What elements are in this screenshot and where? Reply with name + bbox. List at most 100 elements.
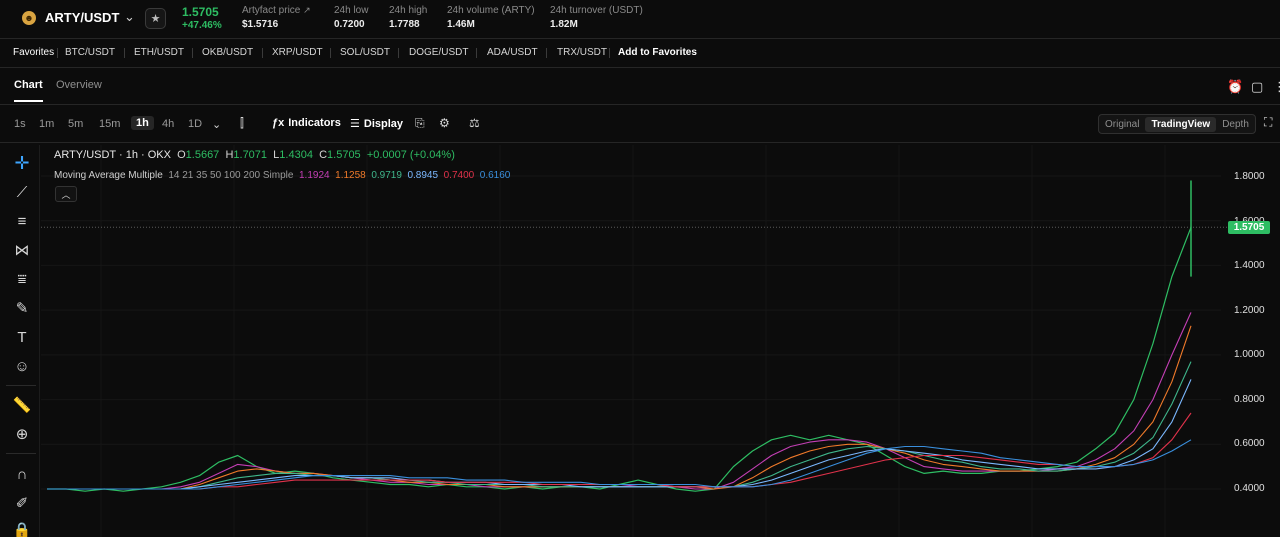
separator — [192, 48, 193, 58]
chevron-down-icon[interactable]: ⌄ — [212, 118, 221, 131]
divider — [0, 38, 1280, 39]
stat-label: 24h volume (ARTY) — [447, 5, 535, 16]
collapse-legend-button[interactable]: ︿ — [55, 186, 77, 202]
favorite-item[interactable]: ADA/USDT — [487, 47, 538, 58]
stat-label: 24h low — [334, 5, 369, 16]
legend-title: ARTY/USDT · 1h · OKX — [54, 149, 171, 161]
price-axis-label: 1.0000 — [1234, 349, 1265, 360]
divider — [0, 67, 1280, 68]
interval-1h[interactable]: 1h — [131, 116, 154, 130]
stat-value: $1.5716 — [242, 19, 279, 30]
high-value: 1.7071 — [233, 149, 268, 161]
separator — [398, 48, 399, 58]
favorite-item[interactable]: DOGE/USDT — [409, 47, 468, 58]
display-button[interactable]: ☰ Display — [350, 117, 404, 131]
crosshair-icon[interactable]: ✛ — [11, 152, 33, 174]
chart-canvas[interactable] — [41, 145, 1280, 537]
interval-15m[interactable]: 15m — [99, 118, 120, 130]
horizontal-lines-icon[interactable]: ≡ — [11, 210, 33, 232]
text-icon[interactable]: T — [11, 326, 33, 348]
favorite-item[interactable]: TRX/USDT — [557, 47, 607, 58]
favorites-label[interactable]: Favorites — [13, 47, 54, 58]
view-depth[interactable]: Depth — [1216, 119, 1255, 130]
pair-title[interactable]: ARTY/USDT — [45, 10, 119, 25]
more-icon[interactable]: ⋮ — [1273, 79, 1280, 95]
active-tab-indicator — [14, 100, 43, 102]
price-axis-label: 0.8000 — [1234, 394, 1265, 405]
interval-4h[interactable]: 4h — [162, 118, 174, 130]
separator — [6, 385, 36, 386]
stat-label: Artyfact price — [242, 5, 301, 16]
view-tradingview[interactable]: TradingView — [1145, 116, 1217, 132]
ma-params: 14 21 35 50 100 200 Simple — [168, 170, 294, 181]
separator — [546, 48, 547, 58]
separator — [609, 48, 610, 58]
stat-24h-volume: 24h volume (ARTY) 1.46M — [447, 5, 535, 30]
emoji-icon[interactable]: ☺ — [11, 355, 33, 377]
moving-average-line — [47, 325, 1192, 490]
separator — [330, 48, 331, 58]
favorite-star-button[interactable]: ★ — [145, 8, 166, 29]
interval-1m[interactable]: 1m — [39, 118, 54, 130]
chevron-down-icon[interactable]: ⌄ — [124, 9, 135, 25]
arty-logo-icon: ☻ — [22, 11, 36, 25]
zoom-in-icon[interactable]: ⊕ — [11, 423, 33, 445]
separator — [476, 48, 477, 58]
ticker-header: ☻ ARTY/USDT ⌄ ★ 1.5705 +47.46% Artyfact … — [0, 0, 1280, 38]
chevron-up-icon: ︿ — [61, 189, 71, 200]
layout-icon[interactable]: ⎘ — [415, 116, 425, 131]
scale-icon[interactable]: ⚖ — [469, 116, 480, 130]
ruler-icon[interactable]: 📏 — [11, 394, 33, 416]
ma-value-14: 1.1924 — [299, 170, 330, 181]
stat-value: 1.7788 — [389, 19, 420, 30]
trend-line-icon[interactable]: ⟋ — [11, 181, 33, 203]
stat-24h-low: 24h low 0.7200 — [334, 5, 368, 30]
tab-overview[interactable]: Overview — [56, 79, 102, 91]
favorite-item[interactable]: OKB/USDT — [202, 47, 253, 58]
favorite-item[interactable]: BTC/USDT — [65, 47, 115, 58]
magnet-icon[interactable]: ∩ — [11, 463, 33, 485]
separator — [6, 453, 36, 454]
close-label: C — [319, 149, 328, 161]
interval-1s[interactable]: 1s — [14, 118, 26, 130]
stat-24h-turnover: 24h turnover (USDT) 1.82M — [550, 5, 643, 30]
stat-24h-high: 24h high 1.7788 — [389, 5, 427, 30]
favorite-item[interactable]: ETH/USDT — [134, 47, 184, 58]
fib-icon[interactable]: ⩸ — [11, 268, 33, 290]
gear-icon[interactable]: ⚙ — [439, 116, 450, 130]
interval-1d[interactable]: 1D — [188, 118, 202, 130]
open-label: O — [177, 149, 186, 161]
star-icon: ★ — [150, 13, 161, 25]
ma-value-50: 0.8945 — [407, 170, 439, 181]
fullscreen-icon[interactable]: ⛶ — [1264, 115, 1272, 130]
candles-icon[interactable]: ⫿ — [240, 116, 244, 131]
price-chart[interactable] — [41, 145, 1280, 537]
current-price-tag: 1.5705 — [1228, 221, 1270, 234]
display-icon: ☰ — [350, 118, 360, 130]
brush-icon[interactable]: ✎ — [11, 297, 33, 319]
ma-legend: Moving Average Multiple 14 21 35 50 100 … — [54, 170, 510, 181]
ma-value-200: 0.6160 — [479, 170, 511, 181]
ohlc-legend: ARTY/USDT · 1h · OKX O1.5667 H1.7071 L1.… — [54, 149, 455, 161]
indicators-button[interactable]: ƒx Indicators — [272, 117, 341, 129]
favorite-item[interactable]: XRP/USDT — [272, 47, 323, 58]
add-to-favorites-button[interactable]: Add to Favorites — [618, 47, 697, 58]
drawing-toolbar: ✛ ⟋ ≡ ⋈ ⩸ ✎ T ☺ 📏 ⊕ ∩ ✐ 🔒 — [0, 145, 40, 537]
external-link-icon[interactable]: ↗ — [303, 5, 311, 15]
view-original[interactable]: Original — [1099, 119, 1145, 130]
lock-icon[interactable]: 🔒 — [11, 519, 33, 537]
interval-5m[interactable]: 5m — [68, 118, 83, 130]
tab-chart[interactable]: Chart — [14, 79, 43, 91]
pencil-lock-icon[interactable]: ✐ — [11, 492, 33, 514]
last-price: 1.5705 — [182, 5, 219, 19]
window-icon[interactable]: ▢ — [1251, 79, 1263, 95]
stat-label: 24h high — [389, 5, 428, 16]
divider — [0, 104, 1280, 105]
display-label: Display — [363, 117, 404, 130]
alarm-add-icon[interactable]: ⏰ — [1227, 79, 1243, 95]
chart-toolbar: 1s 1m 5m 15m 1h 4h 1D ⌄ ⫿ ƒx Indicators ☰… — [0, 114, 1280, 134]
favorite-item[interactable]: SOL/USDT — [340, 47, 390, 58]
price-axis-label: 0.4000 — [1234, 483, 1265, 494]
ma-value-35: 0.9719 — [371, 170, 402, 181]
pattern-icon[interactable]: ⋈ — [11, 239, 33, 261]
